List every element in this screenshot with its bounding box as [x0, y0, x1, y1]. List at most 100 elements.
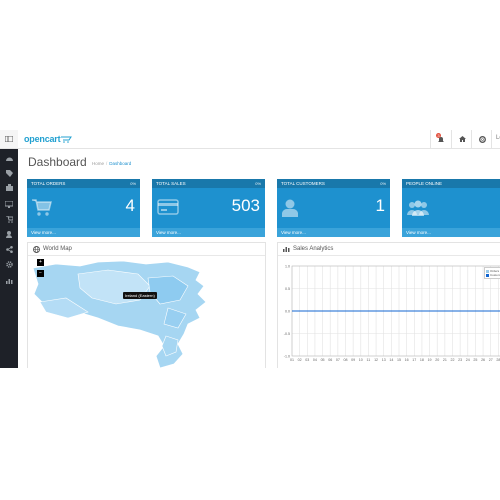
chart-x-tick-label: 08	[344, 358, 348, 362]
chart-x-tick-label: 14	[389, 358, 393, 362]
tile-heading: TOTAL ORDERS 0%	[27, 179, 140, 188]
users-icon	[407, 200, 429, 216]
world-map[interactable]: + − Ireland (Eastern)	[28, 256, 265, 368]
sidebar-item-marketing[interactable]	[0, 242, 18, 256]
sidebar-item-system[interactable]	[0, 257, 18, 271]
tile-percent-badge: 0%	[130, 181, 136, 186]
tile-body: 4	[27, 188, 140, 228]
chart-legend-swatch	[486, 273, 489, 277]
chart-x-tick-label: 10	[359, 358, 363, 362]
chart-legend-label: Customers	[490, 273, 500, 277]
menu-icon	[5, 136, 13, 142]
logo-text: opencart	[24, 134, 61, 144]
dashboard-icon	[5, 157, 13, 161]
chart-x-tick-label: 13	[382, 358, 386, 362]
puzzle-icon	[5, 183, 13, 191]
chart-x-tick-label: 27	[489, 358, 493, 362]
tile-heading: TOTAL SALES 0%	[152, 179, 265, 188]
sidebar	[0, 130, 18, 368]
chart-x-tick-label: 05	[321, 358, 325, 362]
panel-title: Sales Analytics	[293, 246, 334, 252]
tile-people-online: PEOPLE ONLINE View more...	[402, 179, 500, 237]
bar-chart-icon	[5, 279, 12, 284]
breadcrumb-current[interactable]: Dashboard	[109, 161, 131, 166]
tile-heading: TOTAL CUSTOMERS 0%	[277, 179, 390, 188]
sidebar-item-sales[interactable]	[0, 212, 18, 226]
chart-legend-swatch	[486, 269, 489, 273]
chart-y-tick-label: 0.0	[285, 309, 290, 313]
help-button[interactable]	[471, 130, 492, 148]
tile-body: 503	[152, 188, 265, 228]
tile-view-more-link[interactable]: View more...	[402, 228, 500, 237]
home-icon	[458, 136, 466, 142]
tile-total-orders: TOTAL ORDERS 0% 4 View more...	[27, 179, 140, 237]
map-regions	[32, 260, 207, 368]
tile-view-more-link[interactable]: View more...	[152, 228, 265, 237]
tile-body: 1	[277, 188, 390, 228]
sidebar-item-extensions[interactable]	[0, 180, 18, 194]
chart-x-tick-label: 18	[420, 358, 424, 362]
sidebar-item-dashboard[interactable]	[0, 152, 18, 166]
cart-logo-icon	[61, 136, 73, 143]
tile-heading-label: TOTAL ORDERS	[31, 181, 66, 186]
app-window: opencart 3 Lo Dashboard Home/Dashboard T…	[0, 130, 500, 368]
sidebar-item-design[interactable]	[0, 197, 18, 211]
chart-legend: OrdersCustomers	[484, 267, 500, 279]
life-ring-icon	[478, 135, 486, 143]
map-zoom-out-button[interactable]: −	[37, 270, 44, 277]
chart-x-tick-label: 04	[313, 358, 317, 362]
chart-x-tick-label: 22	[451, 358, 455, 362]
chart-x-tick-label: 17	[412, 358, 416, 362]
chart-y-tick-label: 0.5	[285, 287, 290, 291]
panel-title: World Map	[43, 246, 72, 252]
chart-y-tick-label: -0.5	[284, 332, 290, 336]
share-icon	[5, 245, 13, 253]
chart-x-tick-label: 24	[466, 358, 470, 362]
chart-x-tick-label: 28	[496, 358, 500, 362]
notifications-button[interactable]: 3	[430, 130, 451, 148]
home-button[interactable]	[451, 130, 472, 148]
tag-icon	[5, 169, 13, 177]
shopping-cart-icon	[32, 199, 52, 216]
chart-x-tick-label: 26	[481, 358, 485, 362]
tile-percent-badge: 0%	[380, 181, 386, 186]
chart-x-tick-label: 01	[290, 358, 294, 362]
chart-x-tick-label: 21	[443, 358, 447, 362]
tile-value: 1	[375, 196, 385, 215]
credit-card-icon	[157, 199, 179, 215]
sidebar-item-customers[interactable]	[0, 227, 18, 241]
gear-icon	[5, 260, 13, 268]
opencart-logo[interactable]: opencart	[24, 133, 73, 145]
chart-x-tick-label: 06	[328, 358, 332, 362]
tile-heading-label: TOTAL SALES	[156, 181, 186, 186]
chart-legend-item: Customers	[486, 273, 500, 277]
chart-x-tick-label: 23	[458, 358, 462, 362]
map-region-tooltip: Ireland (Eastern)	[123, 292, 157, 299]
user-icon	[6, 230, 12, 238]
globe-icon	[33, 245, 40, 253]
map-zoom-in-button[interactable]: +	[37, 259, 44, 266]
user-menu-label[interactable]: Lo	[496, 135, 500, 141]
tile-view-more-link[interactable]: View more...	[277, 228, 390, 237]
chart-x-tick-label: 07	[336, 358, 340, 362]
cart-icon	[5, 215, 13, 223]
chart-x-tick-label: 19	[428, 358, 432, 362]
tile-value: 503	[231, 196, 260, 215]
sidebar-item-reports[interactable]	[0, 274, 18, 288]
chart-x-tick-label: 09	[351, 358, 355, 362]
world-map-panel: World Map + − Ireland (Eastern)	[27, 242, 266, 368]
tile-view-more-link[interactable]: View more...	[27, 228, 140, 237]
chart-x-tick-label: 15	[397, 358, 401, 362]
chart-x-tick-label: 25	[473, 358, 477, 362]
chart-y-tick-label: 1.0	[285, 264, 290, 268]
tile-heading-label: PEOPLE ONLINE	[406, 181, 443, 186]
menu-toggle-button[interactable]	[0, 130, 18, 149]
user-icon	[282, 199, 298, 217]
chart-x-tick-label: 12	[374, 358, 378, 362]
monitor-icon	[5, 200, 13, 208]
sidebar-item-catalog[interactable]	[0, 166, 18, 180]
sales-chart: 01 02 03 04 05 06 07 08 09 10 11 12 13 14 15 16 17 18 19 20…	[284, 264, 500, 362]
notification-badge: 3	[436, 133, 441, 138]
breadcrumb: Home / Dashboard	[92, 161, 131, 166]
breadcrumb-home[interactable]: Home	[92, 161, 104, 166]
